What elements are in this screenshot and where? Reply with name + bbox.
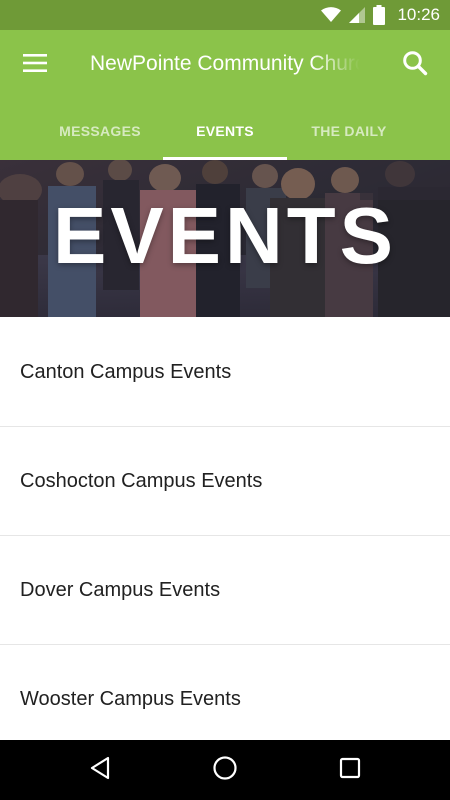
clock: 10:26: [397, 5, 440, 24]
home-button[interactable]: [201, 748, 249, 792]
recents-button[interactable]: [326, 748, 374, 792]
search-button[interactable]: [392, 42, 438, 88]
battery-icon: [373, 5, 386, 25]
back-button[interactable]: [76, 748, 124, 792]
events-list: Canton Campus Events Coshocton Campus Ev…: [0, 318, 450, 754]
list-item-dover[interactable]: Dover Campus Events: [0, 536, 450, 645]
app-title: NewPointe Community Church: [90, 52, 360, 75]
tab-bar: MESSAGES EVENTS THE DAILY: [0, 102, 450, 160]
list-item-wooster[interactable]: Wooster Campus Events: [0, 645, 450, 754]
search-icon: [402, 50, 428, 81]
navigation-bar: [0, 740, 450, 800]
hero-banner: EVENTS: [0, 160, 450, 317]
home-icon: [212, 755, 238, 786]
recents-icon: [339, 757, 361, 784]
hamburger-menu-icon: [23, 53, 47, 77]
back-icon: [89, 756, 111, 785]
list-item-coshocton[interactable]: Coshocton Campus Events: [0, 427, 450, 536]
list-item-canton[interactable]: Canton Campus Events: [0, 318, 450, 427]
status-icons: 10:26: [321, 0, 440, 30]
cell-signal-icon: [349, 7, 366, 23]
app-bar: NewPointe Community Church: [0, 30, 450, 102]
tab-events[interactable]: EVENTS: [163, 102, 287, 160]
hero-title: EVENTS: [52, 191, 398, 280]
status-bar: 10:26: [0, 0, 450, 30]
tab-the-daily[interactable]: THE DAILY: [287, 102, 411, 160]
tab-messages[interactable]: MESSAGES: [38, 102, 162, 160]
wifi-icon: [321, 7, 342, 23]
menu-button[interactable]: [12, 42, 58, 88]
